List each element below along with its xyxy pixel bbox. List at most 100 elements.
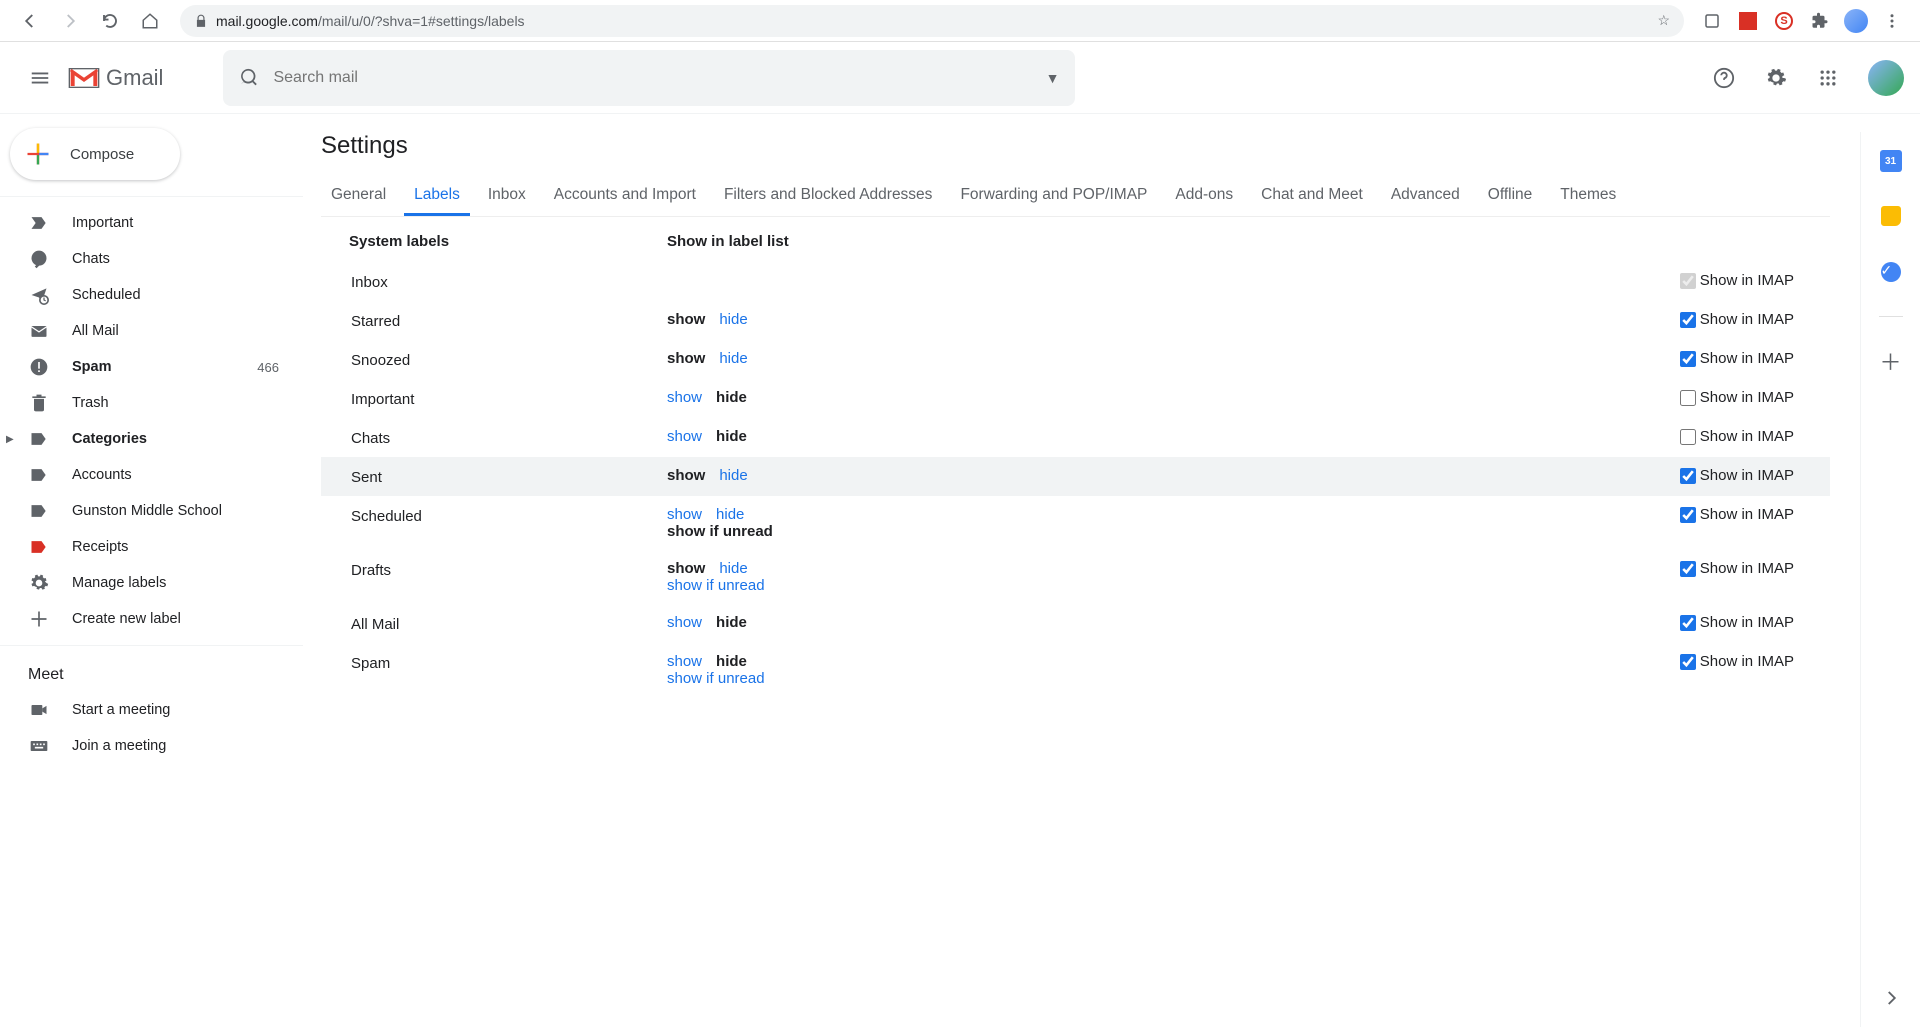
video-icon [28, 699, 50, 721]
imap-checkbox[interactable] [1680, 615, 1696, 631]
compose-label: Compose [70, 146, 134, 163]
support-icon[interactable] [1704, 58, 1744, 98]
imap-checkbox[interactable] [1680, 312, 1696, 328]
sidebar-item-manage-labels[interactable]: Manage labels [0, 565, 291, 601]
imap-checkbox[interactable] [1680, 390, 1696, 406]
chrome-menu-icon[interactable] [1880, 9, 1904, 33]
imap-checkbox[interactable] [1680, 429, 1696, 445]
option-hide[interactable]: hide [716, 389, 747, 406]
option-show[interactable]: show [667, 560, 705, 577]
option-hide[interactable]: hide [716, 506, 744, 523]
tab-offline[interactable]: Offline [1478, 174, 1543, 216]
option-hide[interactable]: hide [716, 428, 747, 445]
option-hide[interactable]: hide [719, 560, 747, 577]
tab-inbox[interactable]: Inbox [478, 174, 536, 216]
home-icon[interactable] [138, 9, 162, 33]
tab-labels[interactable]: Labels [404, 174, 470, 216]
option-show-if-unread[interactable]: show if unread [667, 670, 765, 687]
sidebar-item-receipts[interactable]: Receipts [0, 529, 291, 565]
option-hide[interactable]: hide [719, 311, 747, 328]
tab-general[interactable]: General [321, 174, 396, 216]
important-icon [28, 212, 50, 234]
labels-table-header: System labels Show in label list [321, 221, 1830, 262]
tab-forwarding-and-pop-imap[interactable]: Forwarding and POP/IMAP [950, 174, 1157, 216]
omnibox[interactable]: mail.google.com/mail/u/0/?shva=1#setting… [180, 5, 1684, 37]
option-show[interactable]: show [667, 389, 702, 406]
sidebar-item-create-new-label[interactable]: Create new label [0, 601, 291, 637]
imap-toggle: Show in IMAP [1227, 428, 1830, 445]
extensions-puzzle-icon[interactable] [1808, 9, 1832, 33]
search-input[interactable] [273, 69, 1045, 87]
sidebar-item-chats[interactable]: Chats [0, 241, 291, 277]
get-addons-icon[interactable]: ＋ [1879, 349, 1903, 373]
label-row-chats: ChatsshowhideShow in IMAP [321, 418, 1830, 457]
option-show-if-unread[interactable]: show if unread [667, 523, 773, 540]
option-hide[interactable]: hide [716, 653, 747, 670]
gmail-header: Gmail ▼ [0, 42, 1920, 114]
search-icon[interactable] [239, 67, 261, 89]
imap-checkbox[interactable] [1680, 507, 1696, 523]
apps-grid-icon[interactable] [1808, 58, 1848, 98]
label-icon [28, 464, 50, 486]
label-row-scheduled: Scheduledshowhideshow if unreadShow in I… [321, 496, 1830, 550]
sidebar-item-label: Categories [72, 431, 279, 447]
back-icon[interactable] [18, 9, 42, 33]
forward-icon[interactable] [58, 9, 82, 33]
meet-item-start-a-meeting[interactable]: Start a meeting [0, 692, 291, 728]
option-show[interactable]: show [667, 506, 702, 523]
star-icon[interactable]: ☆ [1657, 12, 1670, 29]
option-show[interactable]: show [667, 614, 702, 631]
label-row-inbox: InboxShow in IMAP [321, 262, 1830, 301]
sidebar-item-scheduled[interactable]: Scheduled [0, 277, 291, 313]
sidebar-item-accounts[interactable]: Accounts [0, 457, 291, 493]
sidebar-item-categories[interactable]: ▶Categories [0, 421, 291, 457]
meet-item-join-a-meeting[interactable]: Join a meeting [0, 728, 291, 764]
allmail-icon [28, 320, 50, 342]
main-menu-icon[interactable] [16, 54, 64, 102]
search-options-icon[interactable]: ▼ [1046, 70, 1060, 86]
sidebar-item-important[interactable]: Important [0, 205, 291, 241]
keep-addon-icon[interactable] [1879, 204, 1903, 228]
option-hide[interactable]: hide [719, 350, 747, 367]
chats-icon [28, 248, 50, 270]
gear-icon [28, 572, 50, 594]
sidebar-item-trash[interactable]: Trash [0, 385, 291, 421]
gmail-logo[interactable]: Gmail [68, 65, 163, 91]
search-box[interactable]: ▼ [223, 50, 1075, 106]
tasks-addon-icon[interactable]: ✓ [1879, 260, 1903, 284]
tab-themes[interactable]: Themes [1550, 174, 1626, 216]
tab-accounts-and-import[interactable]: Accounts and Import [544, 174, 706, 216]
sidebar-item-spam[interactable]: Spam466 [0, 349, 291, 385]
side-panel-collapse-icon[interactable] [1882, 989, 1900, 1007]
settings-gear-icon[interactable] [1756, 58, 1796, 98]
imap-checkbox[interactable] [1680, 351, 1696, 367]
option-show[interactable]: show [667, 467, 705, 484]
option-hide[interactable]: hide [719, 467, 747, 484]
calendar-addon-icon[interactable]: 31 [1880, 150, 1902, 172]
tab-filters-and-blocked-addresses[interactable]: Filters and Blocked Addresses [714, 174, 943, 216]
reload-icon[interactable] [98, 9, 122, 33]
imap-checkbox[interactable] [1680, 654, 1696, 670]
tab-advanced[interactable]: Advanced [1381, 174, 1470, 216]
tab-chat-and-meet[interactable]: Chat and Meet [1251, 174, 1373, 216]
extension-icon-3[interactable]: S [1772, 9, 1796, 33]
option-show[interactable]: show [667, 653, 702, 670]
sidebar-item-all-mail[interactable]: All Mail [0, 313, 291, 349]
imap-checkbox[interactable] [1680, 468, 1696, 484]
profile-avatar-icon[interactable] [1844, 9, 1868, 33]
imap-toggle: Show in IMAP [1227, 614, 1830, 631]
extension-icon-1[interactable] [1700, 9, 1724, 33]
option-show[interactable]: show [667, 428, 702, 445]
extension-icon-2[interactable] [1736, 9, 1760, 33]
option-show-if-unread[interactable]: show if unread [667, 577, 765, 594]
keyboard-icon [28, 735, 50, 757]
compose-button[interactable]: Compose [10, 128, 180, 180]
imap-checkbox[interactable] [1680, 561, 1696, 577]
sidebar-item-gunston-middle-school[interactable]: Gunston Middle School [0, 493, 291, 529]
imap-checkbox[interactable] [1680, 273, 1696, 289]
option-hide[interactable]: hide [716, 614, 747, 631]
option-show[interactable]: show [667, 311, 705, 328]
tab-add-ons[interactable]: Add-ons [1165, 174, 1243, 216]
option-show[interactable]: show [667, 350, 705, 367]
account-avatar[interactable] [1868, 60, 1904, 96]
